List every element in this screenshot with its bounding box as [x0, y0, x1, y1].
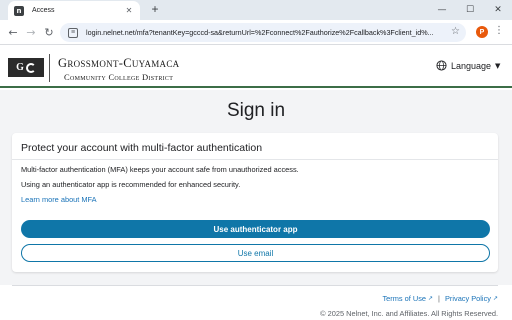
tab-access[interactable]: n Access ✕ [8, 1, 140, 20]
browser-tab-bar: n Access ✕ + — ☐ ✕ [0, 0, 512, 20]
authenticator-recommendation: Using an authenticator app is recommende… [21, 180, 241, 189]
tab-close-icon[interactable]: ✕ [124, 6, 134, 15]
site-favicon-icon: n [14, 5, 24, 16]
globe-icon [436, 60, 447, 71]
url-text[interactable]: login.nelnet.net/mfa?tenantKey=gcccd-sa&… [86, 28, 456, 37]
mfa-card: Protect your account with multi-factor a… [12, 133, 498, 272]
bookmark-star-icon[interactable]: ☆ [451, 26, 460, 37]
external-link-icon: ↗ [428, 295, 434, 302]
use-authenticator-app-button[interactable]: Use authenticator app [21, 220, 490, 238]
external-link-icon: ↗ [492, 295, 498, 302]
profile-avatar[interactable]: P [476, 26, 488, 38]
site-info-icon[interactable]: ≡ [68, 27, 78, 38]
district-name: Grossmont-Cuyamaca [58, 56, 180, 70]
language-label: Language [451, 60, 492, 71]
footer-separator: | [438, 294, 440, 303]
browser-toolbar: ← → ↻ ≡ login.nelnet.net/mfa?tenantKey=g… [0, 20, 512, 45]
footer-divider [12, 285, 498, 286]
card-heading: Protect your account with multi-factor a… [21, 142, 263, 154]
district-subtitle: Community College District [64, 72, 174, 82]
logo-letter: G [16, 62, 24, 73]
address-bar[interactable]: ≡ login.nelnet.net/mfa?tenantKey=gcccd-s… [60, 23, 466, 42]
browser-menu-icon[interactable]: ⋮ [494, 25, 504, 36]
use-email-button[interactable]: Use email [21, 244, 490, 262]
page-title: Sign in [226, 100, 286, 121]
minimize-icon[interactable]: — [428, 0, 456, 20]
language-selector[interactable]: Language ▼ [436, 60, 500, 71]
district-logo-icon: G [8, 58, 44, 77]
maximize-icon[interactable]: ☐ [456, 0, 484, 20]
mfa-description: Multi-factor authentication (MFA) keeps … [21, 165, 299, 174]
back-arrow-icon[interactable]: ← [6, 25, 20, 39]
copyright-text: © 2025 Nelnet, Inc. and Affiliates. All … [320, 309, 498, 318]
reload-icon[interactable]: ↻ [42, 25, 56, 39]
terms-of-use-label: Terms of Use [382, 294, 427, 303]
forward-arrow-icon[interactable]: → [24, 25, 38, 39]
logo-divider [49, 54, 50, 82]
terms-of-use-link[interactable]: Terms of Use ↗ [382, 294, 433, 303]
chevron-down-icon: ▼ [495, 61, 501, 70]
tab-title: Access [32, 7, 55, 14]
privacy-policy-label: Privacy Policy [444, 294, 491, 303]
footer-links: Terms of Use ↗ | Privacy Policy ↗ [382, 294, 498, 303]
site-header: G Grossmont-Cuyamaca Community College D… [0, 46, 512, 88]
privacy-policy-link[interactable]: Privacy Policy ↗ [445, 294, 498, 303]
card-divider [12, 159, 498, 160]
window-close-icon[interactable]: ✕ [484, 0, 512, 20]
new-tab-button[interactable]: + [148, 2, 162, 16]
logo-ring-icon [25, 62, 36, 73]
learn-more-link[interactable]: Learn more about MFA [21, 195, 97, 204]
